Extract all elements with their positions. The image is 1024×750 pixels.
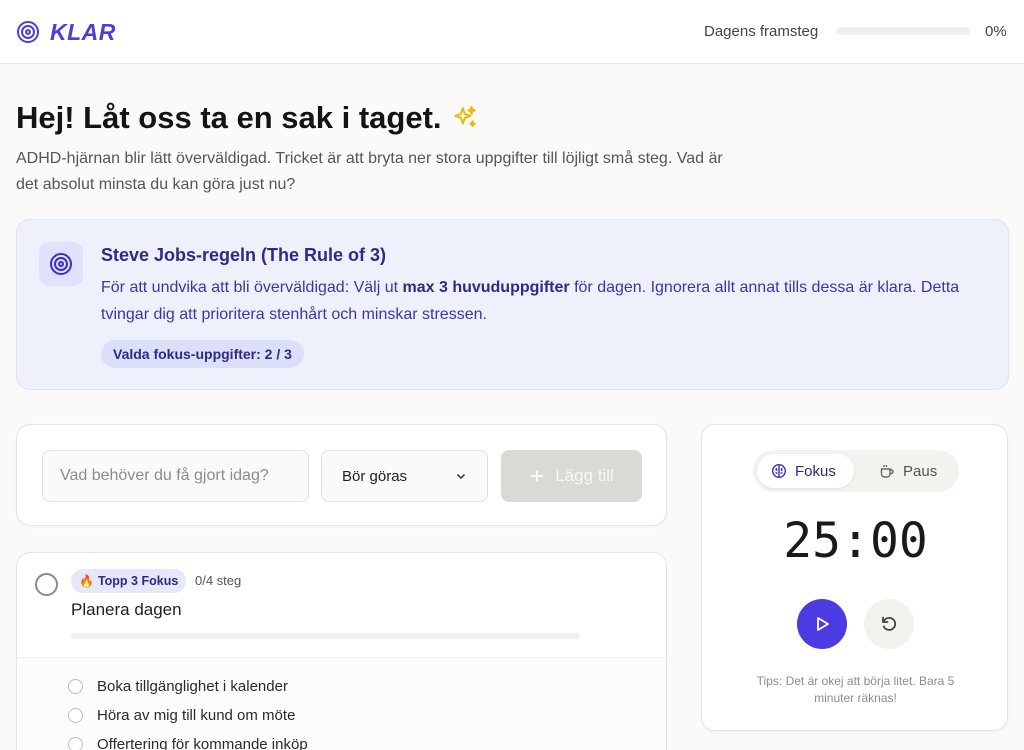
priority-select[interactable]: Bör göras [321,450,488,502]
app-name: KLAR [50,18,116,45]
subtask-checkbox[interactable] [68,708,83,723]
reset-timer-button[interactable] [864,599,914,649]
page-subtitle: ADHD-hjärnan blir lätt överväldigad. Tri… [16,150,723,193]
subtask-label: Boka tillgänglighet i kalender [97,678,288,695]
coffee-icon [880,465,894,478]
task-title[interactable]: Planera dagen [71,600,182,620]
subtask-checkbox[interactable] [68,737,83,750]
page-title-text: Hej! Låt oss ta en sak i taget. [16,100,442,135]
progress-label: Dagens framsteg [704,23,819,40]
subtask-list: Boka tillgänglighet i kalender Höra av m… [17,658,666,750]
logo[interactable]: KLAR [16,18,116,46]
tab-pause-label: Paus [903,462,938,480]
subtask-checkbox[interactable] [68,679,83,694]
add-task-button[interactable]: Lägg till [501,450,642,502]
add-task-label: Lägg till [555,466,614,485]
rule-text-bold: max 3 huvuduppgifter [402,279,570,296]
tab-focus[interactable]: Fokus [757,454,854,488]
rule-icon-box [39,242,83,286]
task-input[interactable] [42,450,309,502]
task-complete-checkbox[interactable] [35,573,58,596]
focus-count-badge: Valda fokus-uppgifter: 2 / 3 [101,340,304,368]
steps-count: 0/4 steg [195,573,242,588]
plus-icon [531,470,544,482]
target-icon [17,21,39,43]
top-bar: KLAR Dagens framsteg 0% [0,0,1024,64]
rule-title: Steve Jobs-regeln (The Rule of 3) [101,245,387,265]
page-title: Hej! Låt oss ta en sak i taget. [16,100,478,136]
subtask-item[interactable]: Boka tillgänglighet i kalender [68,678,288,695]
reset-icon [882,616,897,631]
subtask-label: Höra av mig till kund om möte [97,707,296,724]
rule-of-three-card: Steve Jobs-regeln (The Rule of 3) För at… [16,219,1009,390]
add-task-card: Bör göras Lägg till [16,424,667,526]
top-focus-label: Topp 3 Fokus [97,574,179,588]
timer-tip: Tips: Det är okej att börja litet. Bara … [756,674,955,705]
timer-mode-switch: Fokus Paus [753,450,959,492]
pomodoro-timer-card: Fokus Paus 25:00 Tips: Det är okej att b… [701,424,1008,731]
rule-text-before: För att undvika att bli överväldigad: Vä… [101,279,403,296]
brain-icon [771,463,787,479]
top-focus-badge: 🔥 Topp 3 Fokus [71,569,187,593]
tab-focus-label: Fokus [795,462,836,480]
task-progress-bar [71,633,580,639]
fire-icon: 🔥 [79,574,94,588]
task-card: 🔥 Topp 3 Fokus 0/4 steg Planera dagen Bo… [16,552,667,750]
chevron-down-icon [456,473,466,480]
start-timer-button[interactable] [797,599,847,649]
target-icon [50,253,72,275]
tab-pause[interactable]: Paus [865,454,951,488]
timer-display: 25:00 [783,513,928,569]
play-icon [817,617,829,631]
subtask-item[interactable]: Höra av mig till kund om möte [68,707,295,724]
priority-selected-value: Bör göras [342,467,408,485]
subtask-label: Offertering för kommande inköp [97,736,308,750]
sparkles-icon [453,106,476,127]
rule-description: För att undvika att bli överväldigad: Vä… [101,274,981,328]
daily-progress-bar [836,27,970,35]
subtask-item[interactable]: Offertering för kommande inköp [68,736,308,750]
progress-value: 0% [985,23,1007,40]
